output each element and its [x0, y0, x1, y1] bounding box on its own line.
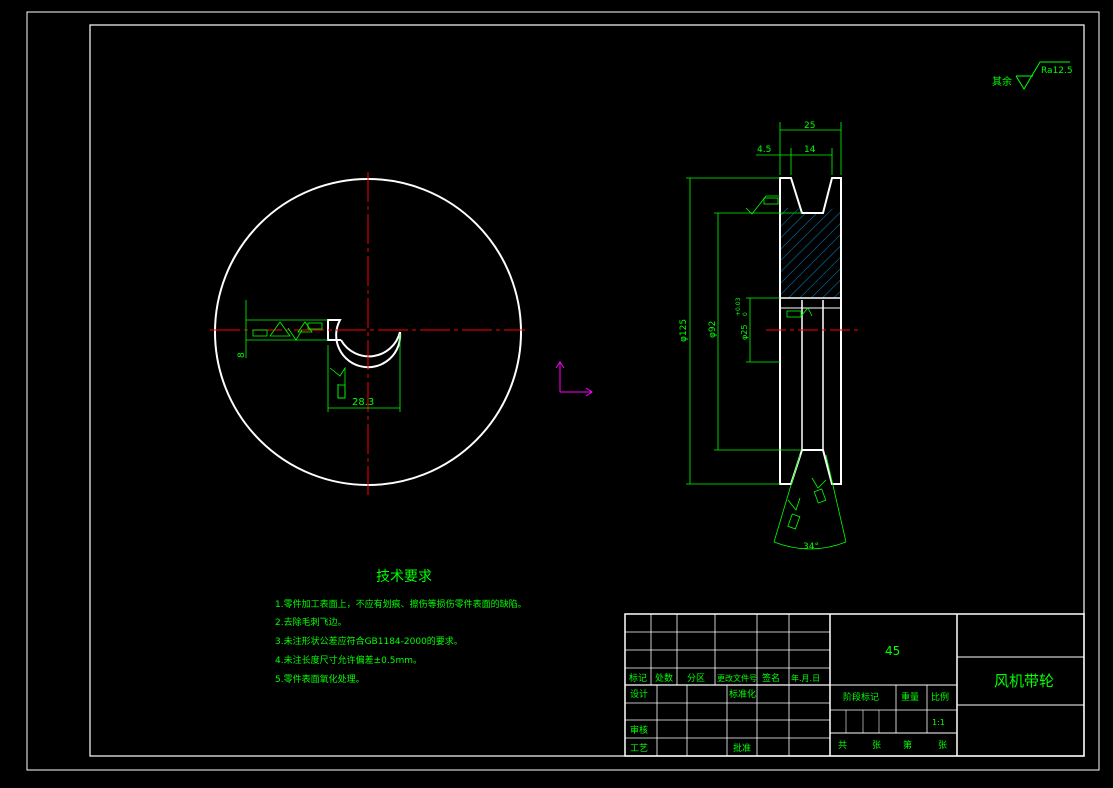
label-sheet-unit: 张	[872, 740, 881, 751]
label-design: 设计	[630, 688, 648, 700]
keyway-depth-dim: 28.3	[352, 397, 374, 408]
tech-requirement-item: 1.零件加工表面上，不应有划痕、擦伤等损伤零件表面的缺陷。	[275, 598, 527, 610]
label-sheet-no: 第	[903, 739, 912, 751]
roughness-triangle-icon	[269, 321, 291, 337]
roughness-mark-icon	[329, 366, 346, 399]
front-view: 8 28.3	[210, 172, 525, 495]
groove-offset-dim: 4.5	[757, 145, 771, 155]
part-name: 风机带轮	[994, 672, 1054, 690]
label-weight: 重量	[901, 691, 919, 703]
label-total: 共	[838, 740, 847, 751]
drawing-sheet: 其余 Ra12.5 8 28.3 25 4.5 14 φ125 φ92 φ25 …	[26, 11, 1100, 771]
keyway-width-dim: 8	[237, 352, 247, 358]
label-zone: 分区	[687, 673, 705, 684]
label-sign: 签名	[762, 672, 780, 684]
side-view: 25 4.5 14 φ125 φ92 φ25 +0.03 0 34°	[679, 121, 858, 552]
inner-border	[89, 24, 1085, 757]
label-count: 处数	[655, 672, 673, 684]
label-standardization: 标准化	[729, 688, 756, 700]
roughness-prefix: 其余	[992, 75, 1012, 88]
label-date: 年.月.日	[791, 673, 820, 683]
groove-angle-dim: 34°	[803, 542, 819, 552]
groove-bottom-diameter-dim: φ92	[708, 321, 718, 338]
tech-requirements: 技术要求 1.零件加工表面上，不应有划痕、擦伤等损伤零件表面的缺陷。 2.去除毛…	[275, 569, 527, 685]
bore-diameter-dim: φ25	[740, 325, 749, 340]
roughness-mark-icon	[745, 195, 780, 215]
total-width-dim: 25	[804, 121, 815, 131]
outer-diameter-dim: φ125	[679, 319, 689, 342]
bore-roughness-icon	[786, 310, 802, 318]
label-sheet-unit2: 张	[938, 740, 947, 751]
label-approve: 批准	[733, 742, 751, 754]
bore-tol-lower: 0	[742, 312, 749, 316]
roughness-note: 其余 Ra12.5	[992, 61, 1073, 90]
groove-width-dim: 14	[804, 145, 816, 155]
tech-requirement-item: 4.未注长度尺寸允许偏差±0.5mm。	[275, 654, 422, 666]
tech-requirements-title: 技术要求	[376, 569, 432, 585]
roughness-value: Ra12.5	[1041, 66, 1073, 76]
material-value: 45	[885, 644, 900, 658]
label-mark: 标记	[629, 672, 647, 684]
label-stage-mark: 阶段标记	[843, 691, 879, 703]
scale-value: 1:1	[932, 718, 945, 727]
section-hatch	[781, 208, 841, 298]
roughness-box-icon	[252, 329, 268, 337]
tech-requirement-item: 5.零件表面氧化处理。	[275, 673, 365, 685]
tech-requirement-item: 2.去除毛刺飞边。	[275, 616, 347, 628]
bore-keyway-outline	[327, 319, 402, 369]
tech-requirement-item: 3.未注形状公差应符合GB1184-2000的要求。	[275, 635, 463, 647]
outer-border	[26, 11, 1100, 771]
ucs-icon	[555, 361, 593, 397]
label-change-doc: 更改文件号	[717, 673, 757, 683]
bore-tol-upper: +0.03	[735, 297, 742, 316]
groove-roughness-icon	[787, 497, 801, 511]
label-scale: 比例	[931, 691, 949, 703]
label-review: 审核	[630, 724, 648, 736]
label-process: 工艺	[630, 743, 648, 754]
